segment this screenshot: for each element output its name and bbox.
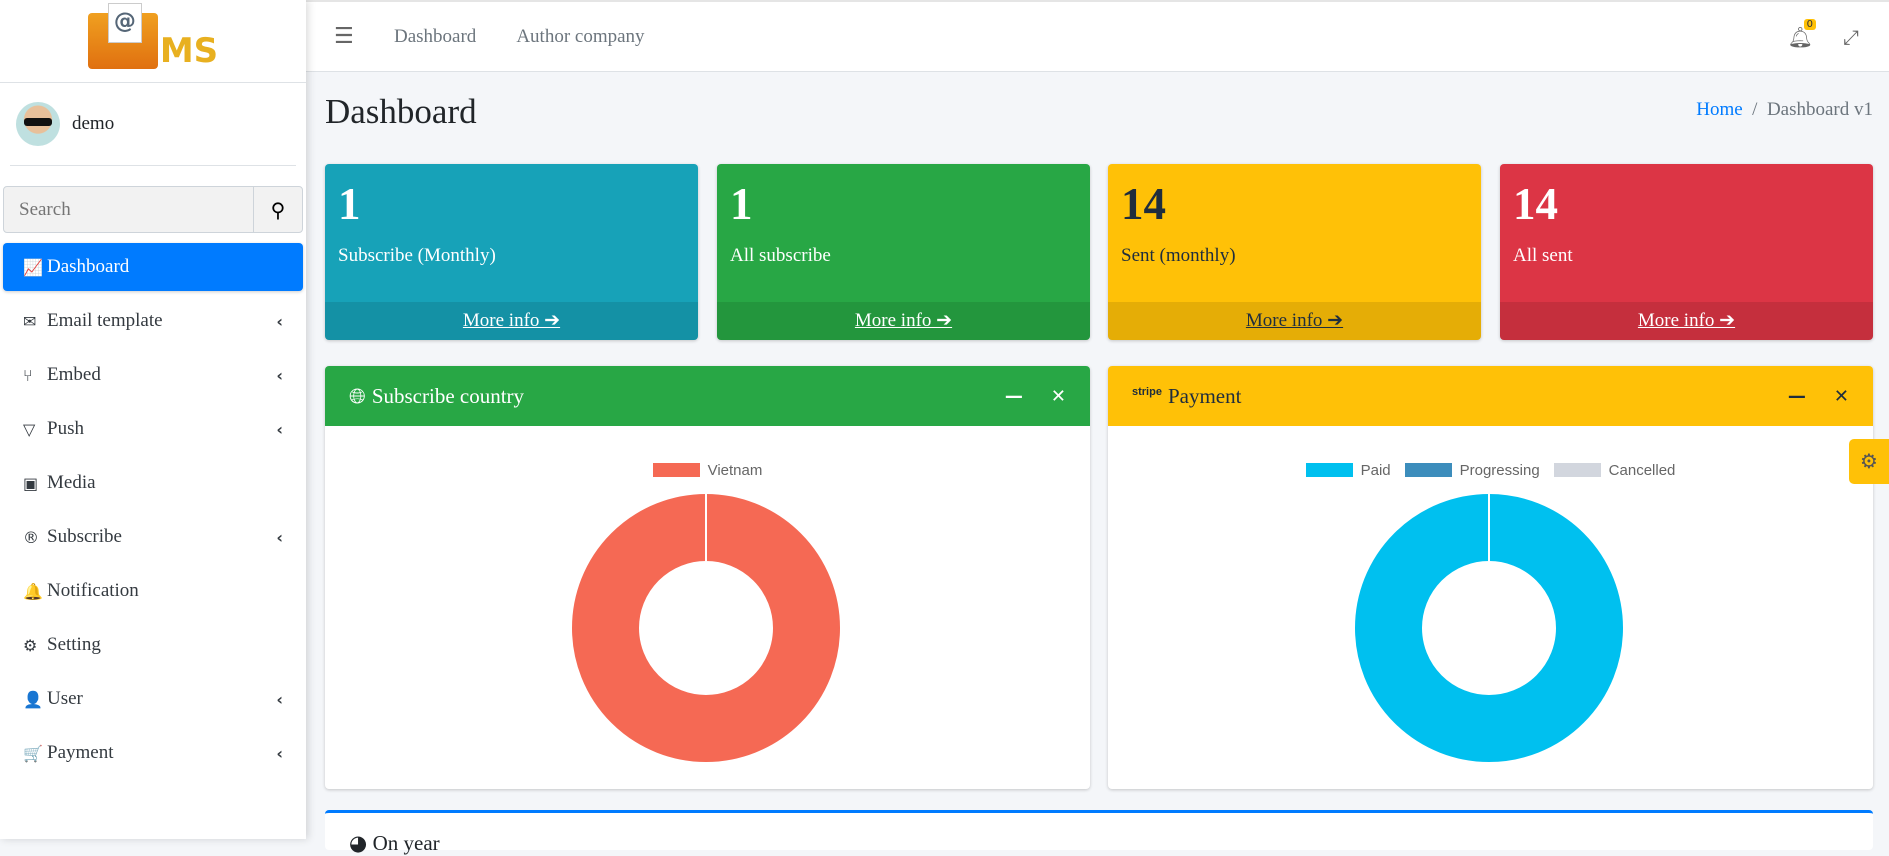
sidebar-item-label: Embed <box>47 364 101 385</box>
logo[interactable]: @ MS <box>0 0 306 83</box>
stat-box: 1 All subscribe More info ➔ <box>717 164 1090 340</box>
chevron-left-icon: ‹ <box>276 419 283 439</box>
sidebar-item-email-template[interactable]: ✉ Email template ‹ <box>3 297 303 345</box>
envelope-icon: @ <box>87 3 158 69</box>
sidebar-item-label: Media <box>47 472 96 493</box>
top-navbar: ☰ Dashboard Author company 🔔︎ 0 ⤢ <box>306 0 1889 72</box>
sidebar-item-label: Setting <box>47 634 101 655</box>
chart-line-icon: 📈 <box>23 257 43 277</box>
images-icon: ▣ <box>23 473 39 493</box>
on-year-card: ◕ On year <box>325 810 1873 855</box>
more-info-link[interactable]: More info ➔ <box>1500 302 1873 340</box>
registered-icon: ® <box>23 527 39 547</box>
user-panel[interactable]: demo <box>10 83 296 166</box>
donut-chart <box>1355 494 1623 762</box>
sidebar-item-label: Notification <box>47 580 139 601</box>
stat-label: All subscribe <box>730 245 831 266</box>
sidebar-nav: 📈 Dashboard ✉ Email template ‹ ⑂ Embed ‹ ▽ Push ‹ ▣… <box>0 243 306 777</box>
sidebar-item-label: Email template <box>47 310 163 331</box>
fullscreen-icon[interactable]: ⤢ <box>1843 25 1859 49</box>
stat-box: 1 Subscribe (Monthly) More info ➔ <box>325 164 698 340</box>
search-icon: ⚲ <box>270 197 286 222</box>
cart-icon: 🛒 <box>23 743 43 763</box>
sidebar-item-user[interactable]: 👤 User ‹ <box>3 675 303 723</box>
breadcrumb-current: Dashboard v1 <box>1766 99 1873 120</box>
sidebar-item-label: Subscribe <box>47 526 122 547</box>
stat-label: Subscribe (Monthly) <box>338 245 496 266</box>
notification-badge: 0 <box>1803 18 1816 30</box>
sidebar-item-payment[interactable]: 🛒 Payment ‹ <box>3 729 303 777</box>
pie-chart-icon: ◕ <box>349 831 368 855</box>
search-form: ⚲ <box>3 186 303 233</box>
paper-plane-icon: ▽ <box>23 419 36 439</box>
nav-author-company[interactable]: Author company <box>516 26 644 48</box>
stat-value: 14 <box>1121 179 1166 229</box>
more-info-link[interactable]: More info ➔ <box>325 302 698 340</box>
chevron-left-icon: ‹ <box>276 743 283 763</box>
chevron-left-icon: ‹ <box>276 689 283 709</box>
breadcrumb: Home / Dashboard v1 <box>1696 99 1873 120</box>
sidebar-item-setting[interactable]: ⚙ Setting <box>3 621 303 669</box>
cogs-icon: ⚙ <box>23 635 38 655</box>
sidebar-item-label: Push <box>47 418 84 439</box>
user-name: demo <box>72 113 115 134</box>
stat-label: Sent (monthly) <box>1121 245 1236 266</box>
stat-label: All sent <box>1513 245 1573 266</box>
sidebar-item-dashboard[interactable]: 📈 Dashboard <box>3 243 303 291</box>
card-title: On year <box>372 831 440 855</box>
payment-card: stripe Payment — ✕ Paid Progressing Cancelled <box>1108 366 1873 789</box>
search-input[interactable] <box>4 187 253 232</box>
sidebar-item-label: User <box>47 688 83 709</box>
sidebar-item-subscribe[interactable]: ® Subscribe ‹ <box>3 513 303 561</box>
bell-icon: 🔔 <box>23 581 43 601</box>
sidebar-item-label: Payment <box>47 742 114 763</box>
sidebar-item-notification[interactable]: 🔔 Notification <box>3 567 303 615</box>
user-icon: 👤 <box>23 689 43 709</box>
avatar <box>16 102 60 146</box>
sidebar-item-push[interactable]: ▽ Push ‹ <box>3 405 303 453</box>
settings-gear-button[interactable]: ⚙ <box>1849 439 1889 484</box>
stat-value: 14 <box>1513 179 1558 229</box>
more-info-link[interactable]: More info ➔ <box>717 302 1090 340</box>
stat-box: 14 All sent More info ➔ <box>1500 164 1873 340</box>
donut-chart <box>572 494 840 762</box>
chevron-left-icon: ‹ <box>276 527 283 547</box>
breadcrumb-home[interactable]: Home <box>1696 99 1742 120</box>
mail-bulk-icon: ✉ <box>23 311 37 331</box>
stat-box: 14 Sent (monthly) More info ➔ <box>1108 164 1481 340</box>
code-branch-icon: ⑂ <box>23 365 33 385</box>
chevron-left-icon: ‹ <box>276 311 283 331</box>
nav-dashboard[interactable]: Dashboard <box>394 26 476 48</box>
stat-value: 1 <box>338 179 361 229</box>
chevron-left-icon: ‹ <box>276 365 283 385</box>
search-button[interactable]: ⚲ <box>253 187 302 232</box>
subscribe-country-card: 🌐︎ Subscribe country — ✕ Vietnam <box>325 366 1090 789</box>
sidebar: @MS demo ⚲ 📈Dashboard ✉ Email template ‹ ⑂ Em… <box>0 0 306 839</box>
sidebar-item-media[interactable]: ▣ Media <box>3 459 303 507</box>
menu-toggle-icon[interactable]: ☰ <box>334 24 394 49</box>
more-info-link[interactable]: More info ➔ <box>1108 302 1481 340</box>
stat-value: 1 <box>730 179 753 229</box>
page-title: Dashboard <box>325 92 477 131</box>
sidebar-item-label: Dashboard <box>47 256 130 277</box>
sidebar-item-embed[interactable]: ⑂ Embed ‹ <box>3 351 303 399</box>
